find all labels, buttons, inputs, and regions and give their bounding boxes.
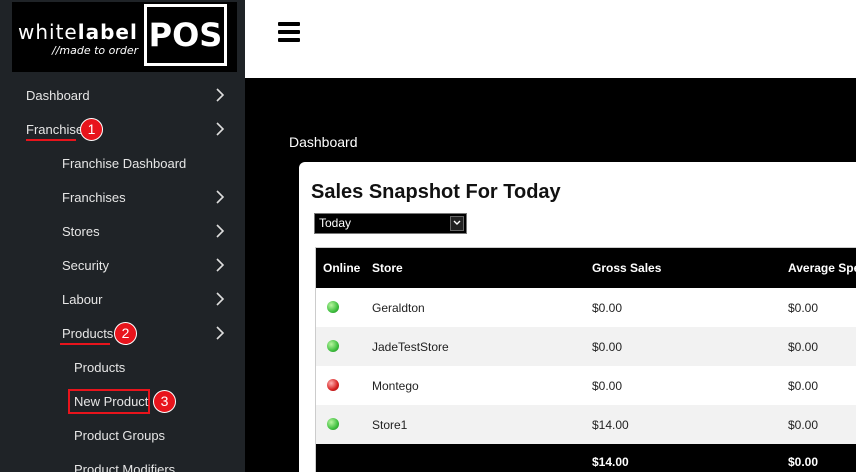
- sidebar-item-dashboard[interactable]: Dashboard: [26, 86, 90, 106]
- sidebar-item-products[interactable]: Products: [62, 324, 113, 344]
- gross-sales: $14.00: [592, 418, 629, 432]
- chevron-right-icon[interactable]: [214, 190, 228, 204]
- store-name: JadeTestStore: [372, 340, 449, 354]
- status-online-icon: [327, 418, 339, 430]
- page-title: Dashboard: [289, 134, 358, 150]
- annotation-badge-2: 2: [114, 322, 137, 345]
- table-row[interactable]: JadeTestStore $0.00 $0.00: [316, 327, 856, 366]
- card-title: Sales Snapshot For Today: [311, 181, 561, 203]
- brand-pos-box: POS: [144, 4, 227, 66]
- sidebar-item-franchises[interactable]: Franchises: [62, 188, 126, 208]
- table-footer-totals: $14.00 $0.00: [316, 444, 856, 472]
- table-header: Online Store Gross Sales Average Spe: [316, 248, 856, 288]
- total-average-spend: $0.00: [788, 455, 819, 469]
- table-row[interactable]: Montego $0.00 $0.00: [316, 366, 856, 405]
- sidebar-item-labour[interactable]: Labour: [62, 290, 102, 310]
- sidebar: whitelabel //made to order POS Dashboard…: [0, 0, 245, 472]
- table-row[interactable]: Geraldton $0.00 $0.00: [316, 288, 856, 327]
- brand-wordmark: whitelabel: [18, 20, 138, 44]
- chevron-right-icon[interactable]: [214, 122, 228, 136]
- chevron-right-icon[interactable]: [214, 326, 228, 340]
- period-select[interactable]: Today: [314, 213, 467, 234]
- period-select-value: Today: [319, 216, 352, 230]
- chevron-right-icon[interactable]: [214, 258, 228, 272]
- sidebar-item-security[interactable]: Security: [62, 256, 109, 276]
- column-header-store[interactable]: Store: [372, 261, 403, 275]
- store-name: Store1: [372, 418, 408, 432]
- sidebar-subitem-product-modifiers[interactable]: Product Modifiers: [74, 460, 175, 472]
- sales-table: Online Store Gross Sales Average Spe Ger…: [315, 247, 856, 472]
- column-header-online[interactable]: Online: [323, 261, 360, 275]
- annotation-badge-3: 3: [153, 390, 176, 413]
- chevron-right-icon[interactable]: [214, 88, 228, 102]
- brand-tagline: //made to order: [52, 44, 139, 57]
- chevron-right-icon[interactable]: [214, 224, 228, 238]
- sidebar-item-franchise-dashboard[interactable]: Franchise Dashboard: [62, 154, 186, 174]
- store-name: Montego: [372, 379, 419, 393]
- sidebar-subitem-product-groups[interactable]: Product Groups: [74, 426, 165, 446]
- store-name: Geraldton: [372, 301, 425, 315]
- status-online-icon: [327, 340, 339, 352]
- average-spend: $0.00: [788, 301, 819, 315]
- average-spend: $0.00: [788, 418, 819, 432]
- hamburger-menu-icon[interactable]: [278, 22, 300, 42]
- logo-area: whitelabel //made to order POS: [0, 0, 245, 78]
- total-gross-sales: $14.00: [592, 455, 629, 469]
- column-header-gross-sales[interactable]: Gross Sales: [592, 261, 661, 275]
- sidebar-subitem-products[interactable]: Products: [74, 358, 125, 378]
- sidebar-item-franchise[interactable]: Franchise: [26, 120, 83, 140]
- gross-sales: $0.00: [592, 340, 623, 354]
- status-offline-icon: [327, 379, 339, 391]
- brand-logo[interactable]: whitelabel //made to order POS: [12, 2, 237, 72]
- top-bar: [245, 0, 856, 78]
- average-spend: $0.00: [788, 340, 819, 354]
- annotation-underline: [26, 139, 76, 141]
- annotation-underline: [60, 343, 110, 345]
- gross-sales: $0.00: [592, 379, 623, 393]
- status-online-icon: [327, 301, 339, 313]
- gross-sales: $0.00: [592, 301, 623, 315]
- table-row[interactable]: Store1 $14.00 $0.00: [316, 405, 856, 444]
- chevron-right-icon[interactable]: [214, 292, 228, 306]
- chevron-down-icon: [450, 216, 464, 231]
- average-spend: $0.00: [788, 379, 819, 393]
- sidebar-item-stores[interactable]: Stores: [62, 222, 100, 242]
- column-header-average-spend[interactable]: Average Spe: [788, 261, 856, 275]
- sidebar-subitem-new-product[interactable]: New Product: [74, 392, 148, 412]
- annotation-badge-1: 1: [80, 118, 103, 141]
